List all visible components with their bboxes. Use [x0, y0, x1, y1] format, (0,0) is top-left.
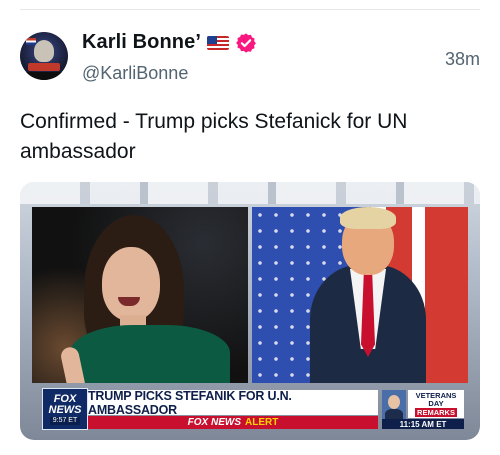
verified-badge-icon	[236, 32, 256, 53]
tweet-text: Confirmed - Trump picks Stefanick for UN…	[20, 110, 408, 163]
author-handle[interactable]: @KarliBonne	[82, 63, 188, 84]
display-name[interactable]: Karli Bonne’	[82, 31, 201, 54]
avatar[interactable]	[20, 32, 68, 80]
fox-news-logo: FOX NEWS 9:57 ET	[42, 388, 88, 430]
us-flag-icon	[207, 35, 229, 50]
veterans-day-box: VETERANS DAY REMARKS	[408, 390, 464, 418]
news-lower-third: FOX NEWS 9:57 ET TRUMP PICKS STEFANIK FO…	[32, 386, 468, 430]
time-text: 11:15 AM ET	[399, 419, 447, 429]
top-divider	[20, 9, 480, 10]
tweet-timestamp[interactable]: 38m	[445, 49, 480, 70]
avatar-flag-icon	[26, 38, 36, 45]
author-name-row: Karli Bonne’	[82, 31, 257, 54]
studio-background	[20, 182, 480, 204]
time-box: 11:15 AM ET	[382, 419, 464, 429]
logo-clock: 9:57 ET	[49, 416, 81, 425]
alert-brand: FOX NEWS	[187, 417, 241, 428]
tweet-media-image[interactable]: FOX NEWS 9:57 ET TRUMP PICKS STEFANIK FO…	[20, 182, 480, 440]
headline-text: TRUMP PICKS STEFANIK FOR U.N. AMBASSADOR	[88, 388, 292, 417]
alert-bar: FOX NEWS ALERT	[88, 416, 378, 429]
left-video-panel	[32, 207, 248, 383]
right-video-panel	[252, 207, 468, 383]
headline-bar: TRUMP PICKS STEFANIK FOR U.N. AMBASSADOR	[88, 388, 378, 417]
alert-word: ALERT	[245, 417, 279, 428]
speaker-thumbnail	[382, 390, 406, 422]
avatar-caption	[28, 63, 60, 71]
